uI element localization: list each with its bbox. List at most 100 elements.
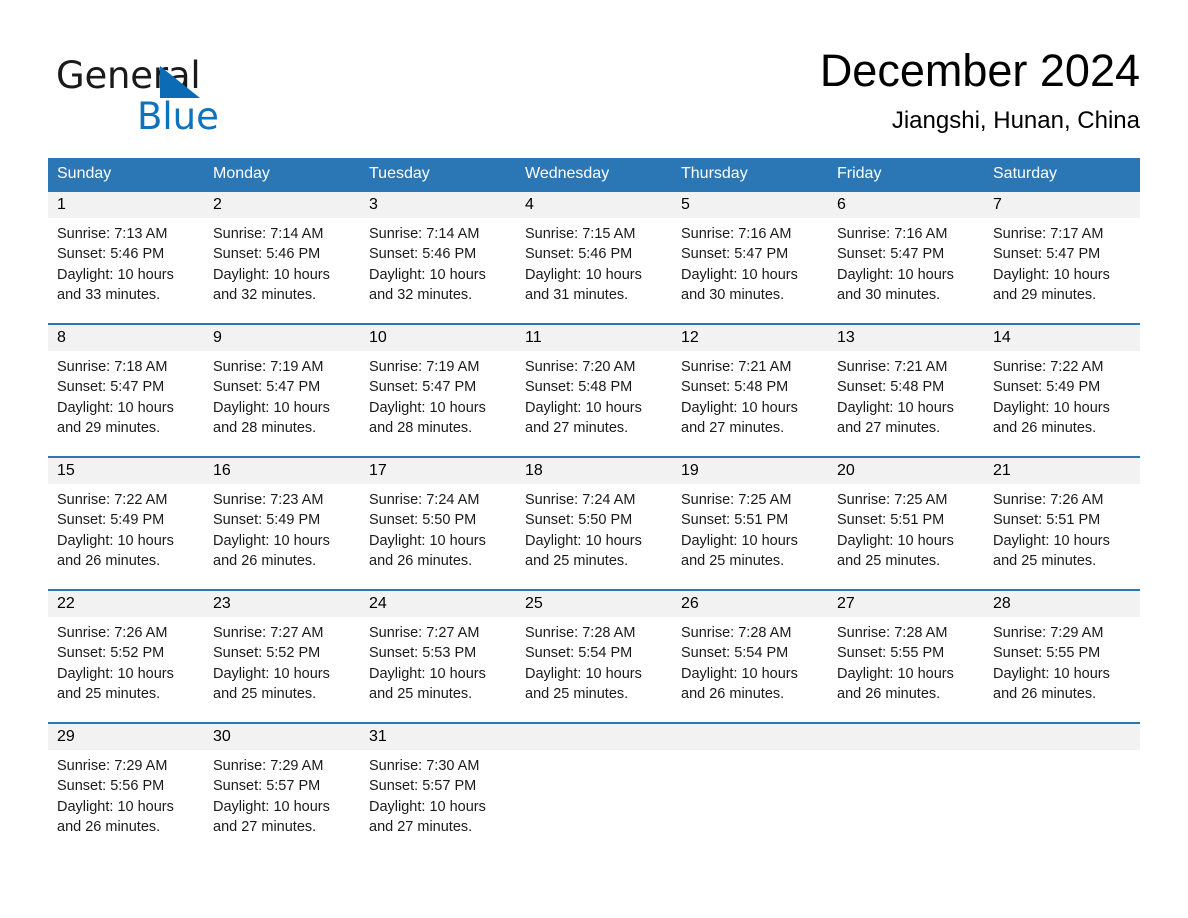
day-cell[interactable]: 22 Sunrise: 7:26 AM Sunset: 5:52 PM Dayligh… [48,591,204,722]
day-cell[interactable]: 20 Sunrise: 7:25 AM Sunset: 5:51 PM Dayligh… [828,458,984,589]
day-cell[interactable]: 17 Sunrise: 7:24 AM Sunset: 5:50 PM Dayligh… [360,458,516,589]
day-cell[interactable]: 13 Sunrise: 7:21 AM Sunset: 5:48 PM Dayligh… [828,325,984,456]
day-cell[interactable]: 19 Sunrise: 7:25 AM Sunset: 5:51 PM Dayligh… [672,458,828,589]
sunset-text: Sunset: 5:49 PM [57,512,165,529]
daylight-text-line1: Daylight: 10 hours [681,266,798,283]
day-details: Sunrise: 7:28 AM Sunset: 5:55 PM Daylight:… [828,617,984,704]
sunset-text: Sunset: 5:49 PM [993,379,1101,396]
day-cell[interactable]: 12 Sunrise: 7:21 AM Sunset: 5:48 PM Dayligh… [672,325,828,456]
day-details: Sunrise: 7:26 AM Sunset: 5:52 PM Daylight:… [48,617,204,704]
day-cell[interactable]: 15 Sunrise: 7:22 AM Sunset: 5:49 PM Dayligh… [48,458,204,589]
day-cell[interactable]: 2 Sunrise: 7:14 AM Sunset: 5:46 PM Daylight… [204,192,360,323]
location-subtitle: Jiangshi, Hunan, China [891,107,1140,134]
day-cell[interactable]: 24 Sunrise: 7:27 AM Sunset: 5:53 PM Dayligh… [360,591,516,722]
day-details: Sunrise: 7:25 AM Sunset: 5:51 PM Daylight:… [672,484,828,571]
sunrise-text: Sunrise: 7:29 AM [57,758,168,774]
day-cell[interactable]: 27 Sunrise: 7:28 AM Sunset: 5:55 PM Dayligh… [828,591,984,722]
day-cell-empty [516,724,672,855]
daylight-text-line2: and 25 minutes. [525,685,629,702]
day-cell[interactable]: 18 Sunrise: 7:24 AM Sunset: 5:50 PM Dayligh… [516,458,672,589]
sunset-text: Sunset: 5:47 PM [369,379,477,396]
sunrise-text: Sunrise: 7:20 AM [525,359,636,375]
day-cell[interactable]: 10 Sunrise: 7:19 AM Sunset: 5:47 PM Dayligh… [360,325,516,456]
day-cell[interactable]: 1 Sunrise: 7:13 AM Sunset: 5:46 PM Daylight… [48,192,204,323]
day-cell[interactable]: 31 Sunrise: 7:30 AM Sunset: 5:57 PM Dayligh… [360,724,516,855]
day-cell[interactable]: 3 Sunrise: 7:14 AM Sunset: 5:46 PM Daylight… [360,192,516,323]
day-cell[interactable]: 4 Sunrise: 7:15 AM Sunset: 5:46 PM Daylight… [516,192,672,323]
day-number: 24 [360,591,516,617]
weekday-header-sunday: Sunday [57,165,112,182]
sunset-text: Sunset: 5:49 PM [213,512,321,529]
generalblue-logo[interactable]: General Blue [56,54,356,140]
day-cell[interactable]: 16 Sunrise: 7:23 AM Sunset: 5:49 PM Dayligh… [204,458,360,589]
sunset-text: Sunset: 5:55 PM [837,645,945,662]
day-cell[interactable]: 29 Sunrise: 7:29 AM Sunset: 5:56 PM Dayligh… [48,724,204,855]
sunrise-text: Sunrise: 7:19 AM [369,359,480,375]
daylight-text-line1: Daylight: 10 hours [213,532,330,549]
day-number: 1 [48,192,204,218]
day-cell[interactable]: 6 Sunrise: 7:16 AM Sunset: 5:47 PM Daylight… [828,192,984,323]
day-number: 5 [672,192,828,218]
day-cell[interactable]: 8 Sunrise: 7:18 AM Sunset: 5:47 PM Daylight… [48,325,204,456]
day-details: Sunrise: 7:28 AM Sunset: 5:54 PM Daylight:… [672,617,828,704]
weekday-header-wednesday: Wednesday [525,165,610,182]
day-cell[interactable]: 28 Sunrise: 7:29 AM Sunset: 5:55 PM Dayligh… [984,591,1140,722]
daylight-text-line2: and 27 minutes. [213,818,317,835]
sunrise-text: Sunrise: 7:13 AM [57,226,168,242]
day-number: 4 [516,192,672,218]
sunrise-text: Sunrise: 7:16 AM [681,226,792,242]
sunset-text: Sunset: 5:56 PM [57,778,165,795]
daylight-text-line1: Daylight: 10 hours [57,266,174,283]
daylight-text-line1: Daylight: 10 hours [57,532,174,549]
day-cell[interactable]: 25 Sunrise: 7:28 AM Sunset: 5:54 PM Dayligh… [516,591,672,722]
day-cell[interactable]: 30 Sunrise: 7:29 AM Sunset: 5:57 PM Dayligh… [204,724,360,855]
weekday-header-friday: Friday [837,165,882,182]
sunrise-text: Sunrise: 7:22 AM [993,359,1104,375]
day-number: 22 [48,591,204,617]
daylight-text-line2: and 26 minutes. [993,419,1097,436]
day-cell[interactable]: 21 Sunrise: 7:26 AM Sunset: 5:51 PM Dayligh… [984,458,1140,589]
sunset-text: Sunset: 5:48 PM [681,379,789,396]
sunrise-text: Sunrise: 7:29 AM [993,625,1104,641]
daylight-text-line1: Daylight: 10 hours [525,266,642,283]
day-cell[interactable]: 5 Sunrise: 7:16 AM Sunset: 5:47 PM Daylight… [672,192,828,323]
day-cell[interactable]: 7 Sunrise: 7:17 AM Sunset: 5:47 PM Daylight… [984,192,1140,323]
day-cell[interactable]: 9 Sunrise: 7:19 AM Sunset: 5:47 PM Daylight… [204,325,360,456]
sunrise-text: Sunrise: 7:16 AM [837,226,948,242]
sunset-text: Sunset: 5:52 PM [57,645,165,662]
day-number: 8 [48,325,204,351]
day-number: 6 [828,192,984,218]
day-cell-empty [828,724,984,855]
day-cell-empty [984,724,1140,855]
day-details: Sunrise: 7:27 AM Sunset: 5:53 PM Daylight:… [360,617,516,704]
sunset-text: Sunset: 5:51 PM [993,512,1101,529]
day-details: Sunrise: 7:22 AM Sunset: 5:49 PM Daylight:… [984,351,1140,438]
day-cell[interactable]: 11 Sunrise: 7:20 AM Sunset: 5:48 PM Dayligh… [516,325,672,456]
sunrise-text: Sunrise: 7:22 AM [57,492,168,508]
day-cell[interactable]: 23 Sunrise: 7:27 AM Sunset: 5:52 PM Dayligh… [204,591,360,722]
day-number: 15 [48,458,204,484]
sunrise-text: Sunrise: 7:28 AM [837,625,948,641]
day-number [984,724,1140,750]
day-cell[interactable]: 26 Sunrise: 7:28 AM Sunset: 5:54 PM Dayligh… [672,591,828,722]
day-number: 28 [984,591,1140,617]
daylight-text-line1: Daylight: 10 hours [837,532,954,549]
daylight-text-line1: Daylight: 10 hours [993,532,1110,549]
sunrise-text: Sunrise: 7:18 AM [57,359,168,375]
daylight-text-line1: Daylight: 10 hours [213,665,330,682]
sunrise-text: Sunrise: 7:14 AM [213,226,324,242]
day-details: Sunrise: 7:16 AM Sunset: 5:47 PM Daylight:… [672,218,828,305]
daylight-text-line2: and 25 minutes. [837,552,941,569]
calendar-week-row: 8 Sunrise: 7:18 AM Sunset: 5:47 PM Daylight… [48,323,1140,456]
daylight-text-line2: and 28 minutes. [369,419,473,436]
daylight-text-line2: and 25 minutes. [213,685,317,702]
day-details: Sunrise: 7:15 AM Sunset: 5:46 PM Daylight:… [516,218,672,305]
daylight-text-line2: and 26 minutes. [369,552,473,569]
day-cell[interactable]: 14 Sunrise: 7:22 AM Sunset: 5:49 PM Dayligh… [984,325,1140,456]
sunset-text: Sunset: 5:46 PM [213,246,321,263]
sunset-text: Sunset: 5:46 PM [369,246,477,263]
day-cell-empty [672,724,828,855]
daylight-text-line2: and 30 minutes. [681,286,785,303]
daylight-text-line2: and 27 minutes. [369,818,473,835]
day-number: 25 [516,591,672,617]
